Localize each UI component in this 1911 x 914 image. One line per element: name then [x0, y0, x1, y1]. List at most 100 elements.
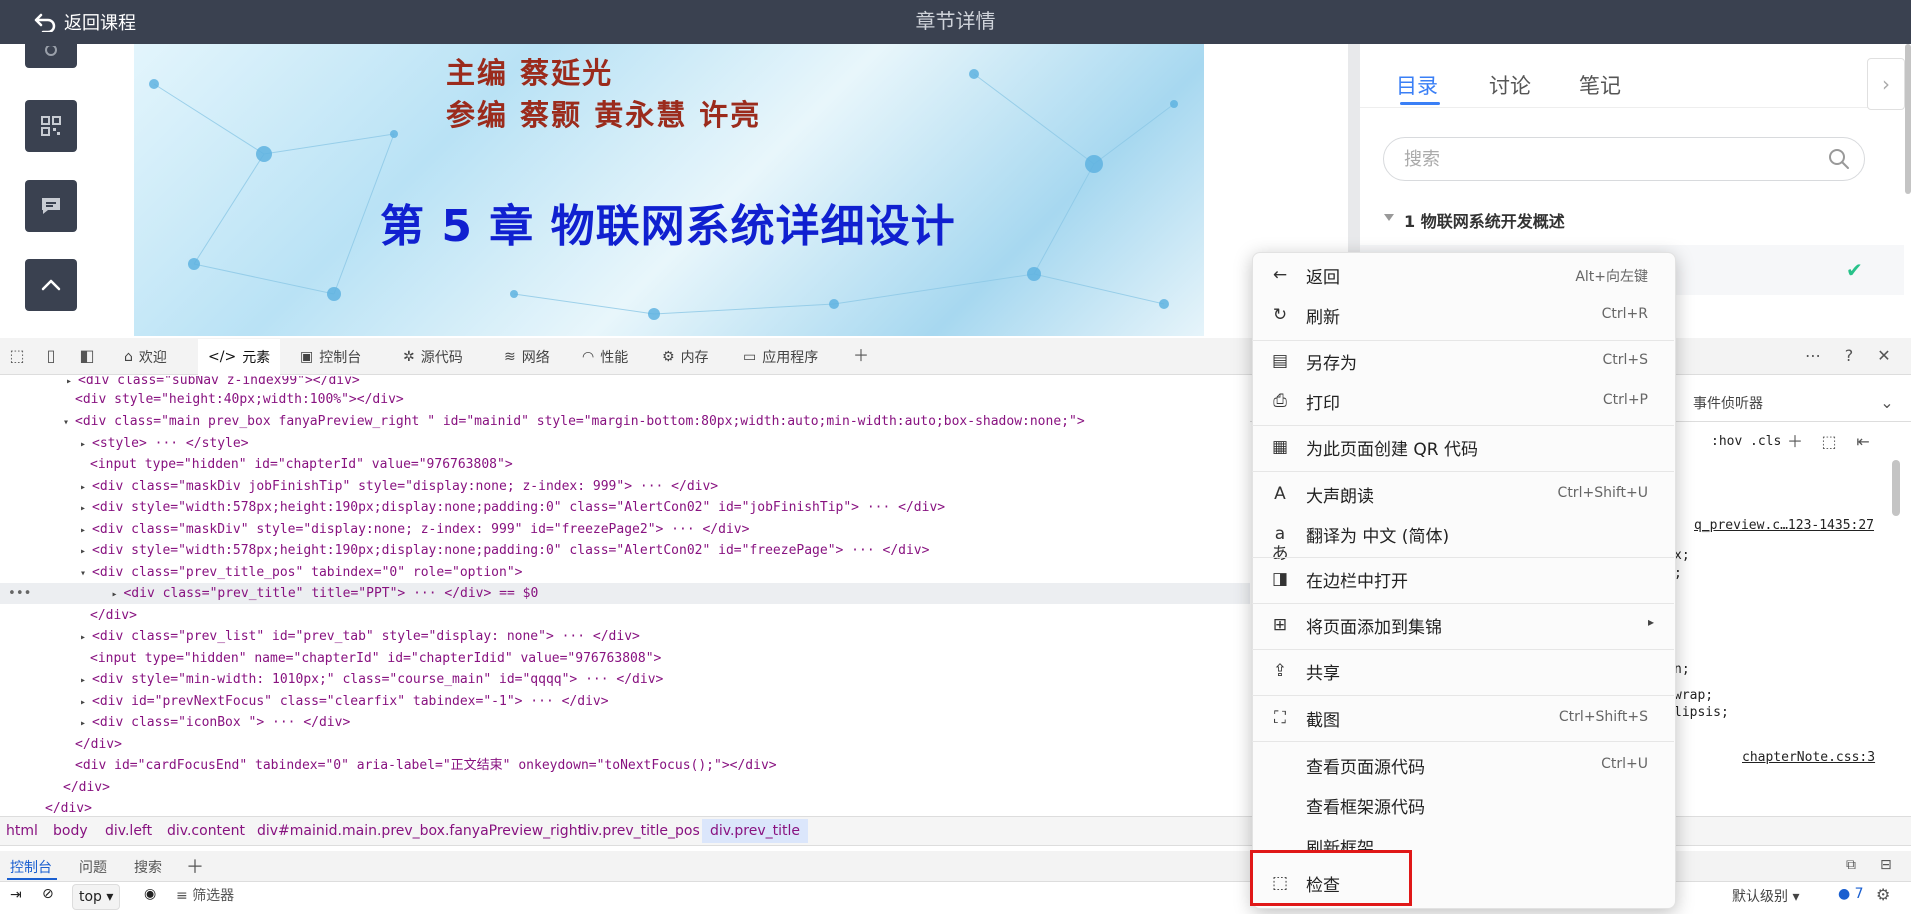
menu-item-save-as[interactable]: ▤ 另存为 Ctrl+S — [1252, 343, 1674, 379]
breadcrumb-item-active[interactable]: div.prev_title — [702, 819, 809, 843]
menu-item-add-to-collections[interactable]: ⊞ 将页面添加到集锦 ▸ — [1252, 607, 1674, 643]
breadcrumb-item[interactable]: div.content — [167, 823, 245, 839]
qr-code-button[interactable] — [25, 100, 77, 152]
menu-item-open-in-sidebar[interactable]: ◨ 在边栏中打开 — [1252, 561, 1674, 597]
menu-item-print[interactable]: ⎙ 打印 Ctrl+P — [1252, 383, 1674, 419]
sidebar-toggle-icon[interactable]: ⇥ — [10, 887, 22, 903]
search-icon[interactable] — [1828, 148, 1850, 170]
log-level-selector[interactable]: 默认级别 ▾ — [1732, 886, 1799, 906]
page-scrollbar[interactable] — [1905, 44, 1911, 336]
breadcrumb-item[interactable]: div#mainid.main.prev_box.fanyaPreview_ri… — [257, 823, 588, 839]
devtools-tab-performance[interactable]: ◠ 性能 — [572, 339, 638, 374]
dom-node-close[interactable]: </div> — [90, 605, 137, 626]
dom-node[interactable]: ▸ <div style="width:578px;height:190px;di… — [80, 497, 945, 518]
settings-gear-icon[interactable]: ⚙ — [1876, 885, 1890, 904]
styles-scrollbar[interactable] — [1892, 460, 1900, 516]
breadcrumb-item[interactable]: div.left — [105, 823, 152, 839]
dom-node[interactable]: <div style="height:40px;width:100%"></di… — [75, 389, 404, 410]
back-to-course-button[interactable]: 返回课程 — [34, 6, 136, 38]
devtools-tab-sources[interactable]: ✲ 源代码 — [393, 339, 473, 374]
dom-node-close[interactable]: </div> — [75, 734, 122, 755]
dom-node[interactable]: ▸ <div class="maskDiv jobFinishTip" style… — [80, 476, 718, 497]
toggle-sidebar-icon[interactable]: ⇤ — [1852, 431, 1874, 453]
dom-node-close[interactable]: </div> — [45, 798, 92, 814]
menu-item-screenshot[interactable]: ⛶ 截图 Ctrl+Shift+S — [1252, 700, 1674, 736]
menu-item-back[interactable]: ← 返回 Alt+向左键 — [1252, 257, 1674, 293]
device-toolbar-icon[interactable]: ▯ — [40, 345, 62, 367]
class-toggle[interactable]: .cls — [1750, 434, 1781, 449]
dom-node[interactable]: <input type="hidden" id="chapterId" valu… — [90, 454, 513, 475]
eye-icon[interactable]: ◉ — [144, 886, 156, 902]
dom-tree[interactable]: ▸ <div class="subNav z-index99"></div> <d… — [0, 376, 1250, 814]
devtools-tab-console[interactable]: ▣ 控制台 — [290, 339, 371, 374]
dom-node-close[interactable]: </div> — [63, 777, 110, 798]
devtools-tab-network[interactable]: ≋ 网络 — [494, 339, 560, 374]
menu-item-reload-frame[interactable]: 刷新框架 — [1252, 828, 1674, 850]
devtools-tab-welcome[interactable]: ⌂ 欢迎 — [114, 339, 177, 374]
console-filter[interactable]: ≡ 筛选器 — [176, 885, 234, 905]
help-icon[interactable]: ? — [1838, 345, 1860, 367]
stylesheet-link[interactable]: q_preview.c…123-1435:27 — [1694, 518, 1874, 533]
dock-side-icon[interactable]: ◧ — [76, 345, 98, 367]
menu-item-share[interactable]: ⇪ 共享 — [1252, 653, 1674, 689]
new-style-rule-icon[interactable]: ＋ — [1784, 431, 1806, 453]
drawer-tab-search[interactable]: 搜索 — [134, 857, 162, 877]
menu-item-view-frame-source[interactable]: 查看框架源代码 — [1252, 787, 1674, 823]
undock-icon[interactable]: ⧉ — [1846, 857, 1856, 873]
dom-node[interactable]: <input type="hidden" name="chapterId" id… — [90, 648, 661, 669]
dom-node[interactable]: ▸ <div id="prevNextFocus" class="clearfix… — [80, 691, 609, 712]
catalog-search-box[interactable] — [1383, 137, 1865, 181]
issues-counter[interactable]: ● 7 — [1838, 886, 1864, 902]
add-tab-icon[interactable]: ＋ — [850, 345, 872, 367]
dom-node-selected[interactable]: ••• ▸ <div class="prev_title" title="PPT">… — [0, 583, 1250, 604]
menu-item-translate[interactable]: aあ 翻译为 中文 (简体) — [1252, 516, 1674, 564]
dom-node-expanded[interactable]: ▾ <div class="main prev_box fanyaPreview_… — [63, 411, 1085, 432]
tab-catalog[interactable]: 目录 — [1396, 70, 1438, 100]
stylesheet-link[interactable]: chapterNote.css:3 — [1742, 750, 1875, 765]
sidebar-button-top[interactable] — [25, 38, 77, 68]
collapse-drawer-icon[interactable]: ⊟ — [1880, 857, 1892, 873]
breadcrumb-item[interactable]: body — [53, 823, 88, 839]
tab-notes[interactable]: 笔记 — [1579, 70, 1621, 100]
breadcrumb-item[interactable]: div.prev_title_pos — [578, 823, 700, 839]
collapse-panel-button[interactable]: › — [1867, 58, 1905, 110]
dropdown-arrow-icon: ▾ — [106, 889, 114, 905]
paint-icon[interactable]: ⬚ — [1818, 431, 1840, 453]
menu-item-read-aloud[interactable]: A 大声朗读 Ctrl+Shift+U — [1252, 476, 1674, 512]
more-options-icon[interactable]: ⋯ — [1802, 345, 1824, 367]
breadcrumb-item[interactable]: html — [6, 823, 38, 839]
drawer-tab-console[interactable]: 控制台 — [10, 857, 52, 877]
event-listeners-tab[interactable]: 事件侦听器 — [1693, 393, 1763, 413]
scroll-top-button[interactable] — [25, 259, 77, 311]
dom-node[interactable]: ▸ <div style="min-width: 1010px;" class="… — [80, 669, 663, 690]
drawer-tab-issues[interactable]: 问题 — [79, 857, 107, 877]
dom-node[interactable]: ▸ <div style="width:578px;height:190px;di… — [80, 540, 929, 561]
devtools-tab-memory[interactable]: ⚙ 内存 — [652, 339, 719, 374]
devtools-tab-elements[interactable]: </> 元素 — [198, 339, 281, 376]
menu-item-qr-code[interactable]: ▦ 为此页面创建 QR 代码 — [1252, 429, 1674, 465]
inspect-element-icon[interactable]: ⬚ — [6, 345, 28, 367]
menu-item-view-page-source[interactable]: 查看页面源代码 Ctrl+U — [1252, 747, 1674, 783]
close-devtools-icon[interactable]: ✕ — [1873, 345, 1895, 367]
dom-node[interactable]: ▸ <div class="prev_list" id="prev_tab" st… — [80, 626, 640, 647]
collapse-triangle-icon[interactable] — [1384, 214, 1394, 221]
dom-node[interactable]: ▸ <div class="maskDiv" style="display:non… — [80, 519, 749, 540]
catalog-search-input[interactable] — [1402, 146, 1806, 172]
dom-node[interactable]: <div id="cardFocusEnd" tabindex="0" aria… — [75, 755, 777, 776]
notes-button[interactable] — [25, 180, 77, 232]
clear-console-icon[interactable]: ⊘ — [42, 886, 54, 902]
add-drawer-tab-icon[interactable]: ＋ — [186, 853, 204, 879]
dom-node[interactable]: ▸ <style> ··· </style> — [80, 433, 249, 454]
dom-node-expanded[interactable]: ▾ <div class="prev_title_pos" tabindex="0… — [80, 562, 522, 583]
catalog-section-title[interactable]: 1 物联网系统开发概述 — [1404, 208, 1565, 232]
hover-state-toggle[interactable]: :hov — [1711, 434, 1742, 449]
tab-discussion[interactable]: 讨论 — [1489, 70, 1531, 100]
chevron-right-icon: › — [1882, 72, 1890, 96]
devtools-tab-application[interactable]: ▭ 应用程序 — [733, 339, 828, 374]
context-selector[interactable]: top ▾ — [72, 884, 121, 910]
scrollbar-thumb[interactable] — [1905, 44, 1911, 194]
context-value: top — [79, 889, 102, 905]
chevron-down-icon[interactable]: ⌄ — [1876, 392, 1898, 414]
menu-item-refresh[interactable]: ↻ 刷新 Ctrl+R — [1252, 297, 1674, 333]
dom-node[interactable]: ▸ <div class="iconBox "> ··· </div> — [80, 712, 350, 733]
